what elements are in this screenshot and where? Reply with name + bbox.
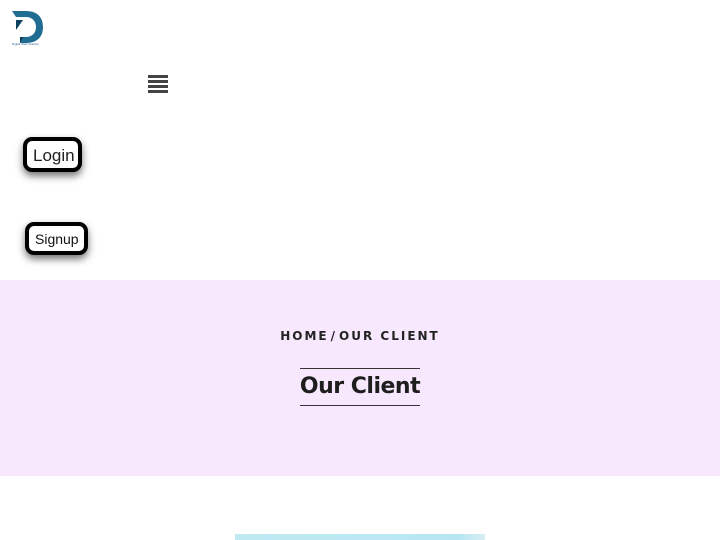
- breadcrumb-separator: /: [330, 329, 338, 343]
- menu-bar: [148, 80, 168, 83]
- breadcrumb-current: OUR CLIENT: [339, 329, 440, 343]
- page-banner: HOME / OUR CLIENT Our Client: [0, 280, 720, 476]
- breadcrumb-home-link[interactable]: HOME: [280, 329, 328, 343]
- breadcrumb: HOME / OUR CLIENT: [0, 329, 720, 343]
- login-button[interactable]: Login: [23, 137, 82, 172]
- menu-bar: [148, 85, 168, 88]
- menu-bar: [148, 75, 168, 78]
- site-logo[interactable]: Digital Web Solution: [10, 10, 48, 48]
- page-title: Our Client: [299, 368, 421, 406]
- logo-tagline: Digital Web Solution: [12, 42, 39, 46]
- menu-bar: [148, 90, 168, 93]
- page: Digital Web Solution Login Signup HOME / O…: [0, 0, 720, 540]
- page-title-wrapper: Our Client: [0, 368, 720, 406]
- client-image: [235, 534, 485, 540]
- signup-button[interactable]: Signup: [25, 222, 88, 255]
- logo-d-icon: [12, 11, 43, 43]
- hamburger-menu-icon[interactable]: [148, 75, 168, 95]
